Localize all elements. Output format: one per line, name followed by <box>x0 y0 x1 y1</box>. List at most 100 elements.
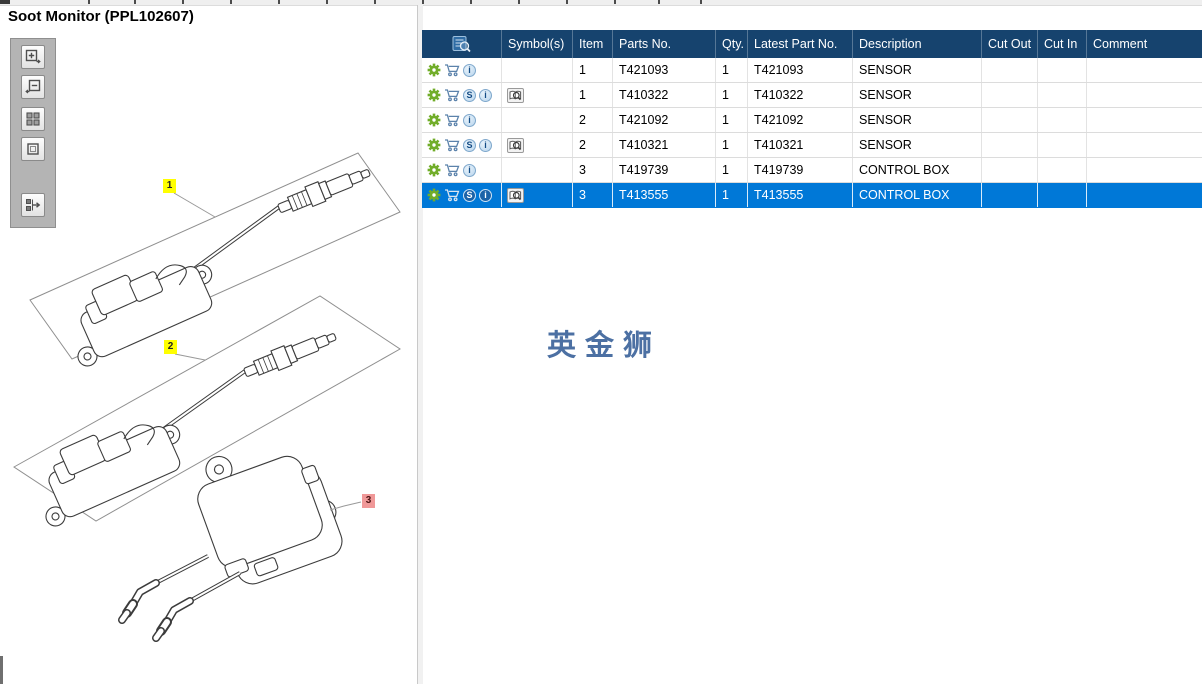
column-header-comment: Comment <box>1093 37 1148 51</box>
symbol-cell <box>502 133 573 157</box>
symbol-cell <box>502 108 573 132</box>
item-cell: 1 <box>573 58 613 82</box>
header-actions-cell <box>422 30 502 58</box>
column-header-cut-in: Cut In <box>1038 30 1087 58</box>
qty-cell: 1 <box>716 108 748 132</box>
qty-cell: 1 <box>716 83 748 107</box>
cart-icon[interactable] <box>444 163 460 177</box>
callout-2[interactable]: 2 <box>164 340 177 354</box>
cut-out-cell <box>982 183 1038 207</box>
cart-icon[interactable] <box>444 63 460 77</box>
item-cell: 2 <box>573 108 613 132</box>
description-cell: CONTROL BOX <box>853 183 982 207</box>
open-book-magnifier-icon[interactable] <box>507 187 524 203</box>
row-actions: S i <box>422 183 502 207</box>
cut-out-cell <box>982 58 1038 82</box>
latest-part-no-cell: T421093 <box>748 58 853 82</box>
watermark: 英金狮 <box>547 330 662 362</box>
s-icon[interactable]: S <box>463 188 476 202</box>
cut-out-cell <box>982 83 1038 107</box>
cart-icon[interactable] <box>444 188 460 202</box>
cut-in-cell <box>1038 133 1087 157</box>
info-icon[interactable]: i <box>479 138 492 152</box>
gear-icon[interactable] <box>427 163 441 177</box>
open-book-magnifier-icon[interactable] <box>507 137 524 153</box>
cut-out-cell <box>982 158 1038 182</box>
cart-icon[interactable] <box>444 88 460 102</box>
table-row-selected[interactable]: S i 3 T413555 1 T413555 CONTROL BOX <box>422 183 1202 208</box>
qty-cell: 1 <box>716 183 748 207</box>
info-icon[interactable]: i <box>479 88 492 102</box>
latest-part-no-cell: T421092 <box>748 108 853 132</box>
row-actions: i <box>422 108 502 132</box>
cut-in-cell <box>1038 158 1087 182</box>
description-cell: SENSOR <box>853 58 982 82</box>
latest-part-no-cell: T419739 <box>748 158 853 182</box>
row-actions: i <box>422 58 502 82</box>
find-filter-icon[interactable] <box>451 35 473 53</box>
parts-diagram <box>13 152 401 642</box>
row-actions: S i <box>422 133 502 157</box>
column-header-symbols: Symbol(s) <box>502 30 573 58</box>
parts-no-cell: T421092 <box>613 108 716 132</box>
symbol-cell <box>502 83 573 107</box>
table-row[interactable]: i 3 T419739 1 T419739 CONTROL BOX <box>422 158 1202 183</box>
gear-icon[interactable] <box>427 63 441 77</box>
parts-no-cell: T413555 <box>613 183 716 207</box>
cut-out-cell <box>982 108 1038 132</box>
description-cell: SENSOR <box>853 108 982 132</box>
symbol-cell <box>502 183 573 207</box>
gear-icon[interactable] <box>427 113 441 127</box>
callout-3[interactable]: 3 <box>362 494 375 508</box>
table-row[interactable]: i 2 T421092 1 T421092 SENSOR <box>422 108 1202 133</box>
comment-cell <box>1087 83 1202 107</box>
info-icon[interactable]: i <box>479 188 492 202</box>
comment-cell <box>1087 58 1202 82</box>
app-window: Soot Monitor (PPL102607) 1 2 3 Symbol(s)… <box>0 0 1202 684</box>
latest-part-no-cell: T410322 <box>748 83 853 107</box>
latest-part-no-cell: T413555 <box>748 183 853 207</box>
item-cell: 1 <box>573 83 613 107</box>
table-row[interactable]: i 1 T421093 1 T421093 SENSOR <box>422 58 1202 83</box>
qty-cell: 1 <box>716 158 748 182</box>
info-icon[interactable]: i <box>463 163 476 177</box>
item-cell: 2 <box>573 133 613 157</box>
open-book-magnifier-icon[interactable] <box>507 87 524 103</box>
gear-icon[interactable] <box>427 188 441 202</box>
symbol-cell <box>502 58 573 82</box>
column-header-parts-no: Parts No. <box>613 30 716 58</box>
cut-in-cell <box>1038 58 1087 82</box>
comment-cell <box>1087 158 1202 182</box>
comment-cell <box>1087 133 1202 157</box>
gear-icon[interactable] <box>427 88 441 102</box>
row-actions: S i <box>422 83 502 107</box>
table-row[interactable]: S i 2 T410321 1 T410321 SENSOR <box>422 133 1202 158</box>
row-actions: i <box>422 158 502 182</box>
symbol-cell <box>502 158 573 182</box>
qty-cell: 1 <box>716 133 748 157</box>
s-icon[interactable]: S <box>463 138 476 152</box>
s-icon[interactable]: S <box>463 88 476 102</box>
cut-in-cell <box>1038 183 1087 207</box>
cut-in-cell <box>1038 83 1087 107</box>
gear-icon[interactable] <box>427 138 441 152</box>
column-header-description: Description <box>853 30 982 58</box>
column-header-qty: Qty. <box>716 30 748 58</box>
cart-icon[interactable] <box>444 113 460 127</box>
column-header-cut-out: Cut Out <box>982 30 1038 58</box>
column-header-latest-part-no: Latest Part No. <box>748 30 853 58</box>
parts-no-cell: T410321 <box>613 133 716 157</box>
table-row[interactable]: S i 1 T410322 1 T410322 SENSOR <box>422 83 1202 108</box>
info-icon[interactable]: i <box>463 63 476 77</box>
parts-table-panel: Symbol(s) Item Parts No. Qty. Latest Par… <box>422 30 1202 208</box>
scrollbar-fragment[interactable] <box>0 656 3 684</box>
comment-cell <box>1087 183 1202 207</box>
info-icon[interactable]: i <box>463 113 476 127</box>
cut-out-cell <box>982 133 1038 157</box>
parts-no-cell: T410322 <box>613 83 716 107</box>
description-cell: CONTROL BOX <box>853 158 982 182</box>
parts-no-cell: T421093 <box>613 58 716 82</box>
callout-1[interactable]: 1 <box>163 179 176 193</box>
item-cell: 3 <box>573 183 613 207</box>
cart-icon[interactable] <box>444 138 460 152</box>
